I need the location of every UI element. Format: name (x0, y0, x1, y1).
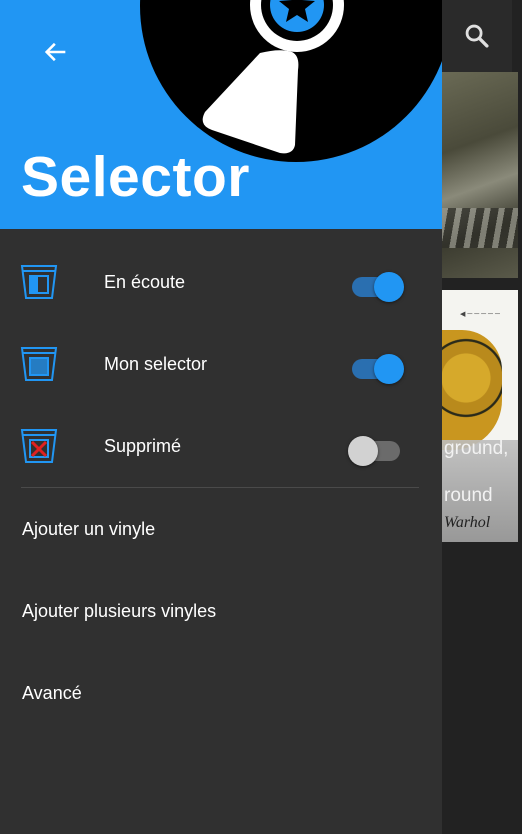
album-cover-1[interactable] (442, 72, 518, 278)
navigation-drawer: Selector En écoute Mon selector Supprimé… (0, 0, 442, 834)
album-signature: Warhol (444, 514, 491, 531)
deleted-box-icon (20, 429, 58, 463)
drawer-header: Selector (0, 0, 442, 229)
search-icon (465, 24, 489, 48)
supprime-switch[interactable] (348, 436, 406, 466)
en-ecoute-switch[interactable] (350, 272, 406, 302)
toggle-row-en-ecoute[interactable]: En écoute (0, 246, 442, 318)
search-button[interactable] (442, 0, 512, 72)
mon-selector-switch[interactable] (350, 354, 406, 384)
back-button[interactable] (32, 30, 80, 74)
menu-item-ajouter-plusieurs-vinyles[interactable]: Ajouter plusieurs vinyles (22, 601, 216, 622)
selector-box-icon (20, 347, 58, 381)
vinyl-record-logo-icon (140, 0, 442, 162)
drawer-title: Selector (21, 145, 250, 209)
divider (21, 487, 419, 488)
menu-item-avance[interactable]: Avancé (22, 683, 82, 704)
toggle-label: En écoute (104, 271, 186, 292)
toggle-row-mon-selector[interactable]: Mon selector (0, 328, 442, 400)
menu-item-ajouter-vinyle[interactable]: Ajouter un vinyle (22, 519, 155, 540)
toggle-label: Supprimé (104, 435, 182, 456)
toggle-row-supprime[interactable]: Supprimé (0, 410, 442, 482)
arrow-back-icon (44, 42, 66, 62)
album-subtitle-fragment: round (444, 485, 493, 506)
toggle-label: Mon selector (104, 353, 208, 374)
album-title-fragment: ground, (444, 438, 509, 459)
listening-box-icon (20, 265, 58, 299)
